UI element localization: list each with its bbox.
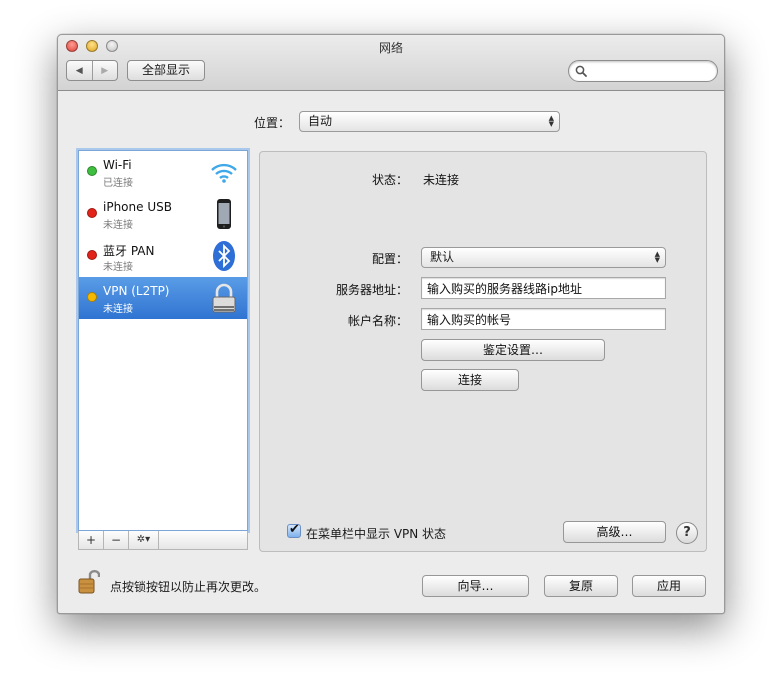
connect-button[interactable]: 连接 [421, 369, 519, 391]
iphone-icon [217, 199, 231, 229]
location-value: 自动 [308, 114, 333, 128]
search-icon [575, 65, 587, 77]
back-arrow-icon[interactable]: ◀ [67, 61, 92, 80]
service-status: 未连接 [103, 304, 133, 315]
service-status: 已连接 [103, 178, 133, 189]
server-address-field[interactable] [421, 277, 666, 299]
vpn-detail-panel: 状态： 未连接 配置： 默认 ▲▼ 服务器地址： 帐户名称： 鉴定设置… 连接 … [259, 151, 707, 552]
show-vpn-status-label: 在菜单栏中显示 VPN 状态 [306, 527, 447, 541]
help-button[interactable]: ? [676, 522, 698, 544]
service-item-wifi[interactable]: Wi-Fi 已连接 [79, 151, 247, 193]
service-list-toolbar: + − ✲▾ [78, 531, 248, 550]
show-all-button[interactable]: 全部显示 [127, 60, 205, 81]
server-address-input[interactable] [422, 278, 665, 298]
advanced-button[interactable]: 高级… [563, 521, 666, 543]
status-label: 状态： [371, 173, 408, 187]
wifi-icon [211, 163, 237, 183]
service-name: 蓝牙 PAN [103, 244, 155, 258]
config-value: 默认 [430, 250, 455, 264]
status-dot [87, 208, 97, 218]
service-item-iphone-usb[interactable]: iPhone USB 未连接 [79, 193, 247, 235]
search-input[interactable] [591, 64, 711, 78]
titlebar: 网络 ◀ ▶ 全部显示 [58, 35, 724, 91]
account-name-input[interactable] [422, 309, 665, 329]
service-status: 未连接 [103, 220, 133, 231]
server-address-label: 服务器地址： [335, 283, 408, 297]
status-dot [87, 166, 97, 176]
back-forward-control: ◀ ▶ [66, 60, 118, 81]
service-status: 未连接 [103, 262, 133, 273]
add-service-button[interactable]: + [79, 531, 104, 549]
location-select[interactable]: 自动 ▲ ▼ [299, 111, 560, 132]
show-vpn-status-checkbox[interactable] [287, 522, 301, 538]
gear-menu-button[interactable]: ✲▾ [129, 531, 159, 549]
service-name: Wi-Fi [103, 158, 132, 172]
search-field[interactable] [568, 60, 718, 82]
location-label: 位置： [254, 116, 291, 130]
updown-arrows-icon: ▲ ▼ [548, 114, 554, 128]
updown-arrows-icon: ▲ ▼ [654, 250, 660, 264]
status-dot [87, 250, 97, 260]
service-name: iPhone USB [103, 200, 172, 214]
network-preferences-window: 网络 ◀ ▶ 全部显示 位置： 自动 ▲ ▼ Wi-Fi 已连接 iPhone … [57, 34, 725, 614]
service-name: VPN (L2TP) [103, 284, 170, 298]
account-name-label: 帐户名称： [347, 314, 408, 328]
lock-hint-text: 点按锁按钮以防止再次更改。 [110, 580, 267, 594]
status-dot [87, 292, 97, 302]
account-name-field[interactable] [421, 308, 666, 330]
config-label: 配置： [371, 252, 408, 266]
bluetooth-icon [213, 241, 235, 271]
service-item-vpn-l2tp[interactable]: VPN (L2TP) 未连接 [79, 277, 247, 319]
revert-button[interactable]: 复原 [544, 575, 618, 597]
forward-arrow-icon[interactable]: ▶ [91, 61, 118, 80]
service-item-bluetooth-pan[interactable]: 蓝牙 PAN 未连接 [79, 235, 247, 277]
status-value: 未连接 [423, 173, 460, 187]
service-list: Wi-Fi 已连接 iPhone USB 未连接 蓝牙 PAN 未连接 VPN … [78, 150, 248, 531]
apply-button[interactable]: 应用 [632, 575, 706, 597]
assistant-button[interactable]: 向导… [422, 575, 529, 597]
remove-service-button[interactable]: − [104, 531, 129, 549]
vpn-lock-icon [212, 283, 236, 313]
authentication-settings-button[interactable]: 鉴定设置… [421, 339, 605, 361]
unlocked-padlock-icon[interactable] [78, 567, 100, 595]
config-select[interactable]: 默认 ▲ ▼ [421, 247, 666, 268]
window-title: 网络 [378, 41, 403, 55]
